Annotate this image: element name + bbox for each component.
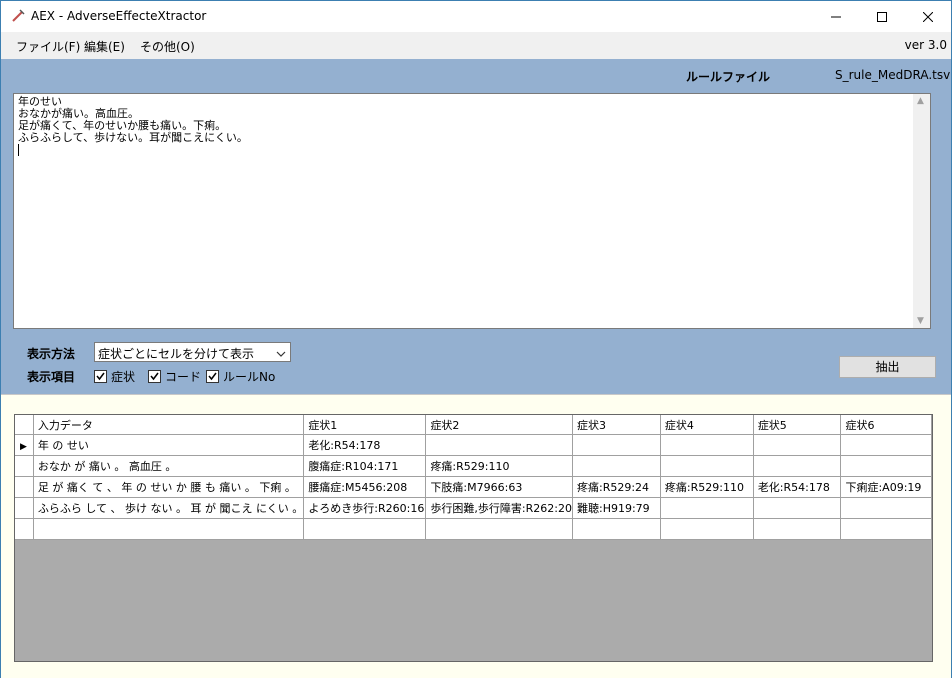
- table-row: ふらふら して 、 歩け ない 。 耳 が 聞こえ にくい 。 よろめき歩行:R…: [15, 497, 932, 519]
- text-scrollbar[interactable]: ▲ ▼: [913, 94, 930, 328]
- table-cell[interactable]: 腹痛症:R104:171: [303, 455, 427, 477]
- results-area: 入力データ 症状1 症状2 症状3 症状4 症状5 症状6 ▶ 年 の せい 老…: [1, 394, 951, 678]
- results-grid[interactable]: 入力データ 症状1 症状2 症状3 症状4 症状5 症状6 ▶ 年 の せい 老…: [14, 414, 933, 662]
- table-cell[interactable]: [660, 497, 754, 519]
- table-cell[interactable]: 疼痛:R529:24: [572, 476, 661, 498]
- maximize-button[interactable]: [859, 1, 905, 32]
- scroll-down-icon[interactable]: ▼: [917, 316, 924, 326]
- table-cell[interactable]: [753, 434, 842, 456]
- menu-file[interactable]: ファイル(F): [16, 38, 80, 55]
- column-header-symptom5[interactable]: 症状5: [753, 415, 842, 435]
- display-method-value: 症状ごとにセルを分けて表示: [98, 347, 255, 361]
- check-icon: [94, 370, 107, 383]
- column-header-symptom2[interactable]: 症状2: [425, 415, 573, 435]
- table-cell[interactable]: [660, 455, 754, 477]
- checkbox-code-label: コード: [165, 370, 202, 384]
- checkbox-rule-no[interactable]: ルールNo: [206, 368, 275, 385]
- minimize-button[interactable]: [813, 1, 859, 32]
- row-header[interactable]: [15, 455, 34, 477]
- table-cell[interactable]: [660, 434, 754, 456]
- table-cell[interactable]: 歩行困難,歩行障害:R262:20: [425, 497, 573, 519]
- close-button[interactable]: [905, 1, 951, 32]
- header-row: 入力データ 症状1 症状2 症状3 症状4 症状5 症状6: [15, 415, 932, 435]
- table-cell[interactable]: よろめき歩行:R260:16: [303, 497, 427, 519]
- table-cell[interactable]: [753, 497, 842, 519]
- column-header-symptom3[interactable]: 症状3: [572, 415, 661, 435]
- table-cell[interactable]: [840, 434, 932, 456]
- table-cell[interactable]: [303, 518, 427, 540]
- corner-cell: [15, 415, 34, 435]
- display-method-label: 表示方法: [27, 347, 76, 361]
- input-text: 年のせい おなかが痛い。高血圧。 足が痛くて、年のせいか腰も痛い。下痢。 ふらふ…: [18, 95, 248, 144]
- table-cell[interactable]: [572, 455, 661, 477]
- menu-other[interactable]: その他(O): [140, 38, 195, 55]
- menu-edit[interactable]: 編集(E): [84, 38, 125, 55]
- version-label: ver 3.0: [904, 38, 947, 52]
- row-header[interactable]: [15, 476, 34, 498]
- checkbox-symptom[interactable]: 症状: [94, 368, 135, 385]
- row-header[interactable]: [15, 518, 34, 540]
- table-cell[interactable]: 腰痛症:M5456:208: [303, 476, 427, 498]
- table-cell[interactable]: [840, 518, 932, 540]
- table-cell[interactable]: [425, 518, 573, 540]
- table-cell[interactable]: 疼痛:R529:110: [660, 476, 754, 498]
- input-text-area[interactable]: 年のせい おなかが痛い。高血圧。 足が痛くて、年のせいか腰も痛い。下痢。 ふらふ…: [13, 93, 931, 329]
- column-header-input[interactable]: 入力データ: [33, 415, 305, 435]
- table-cell[interactable]: [572, 434, 661, 456]
- checkbox-rule-no-label: ルールNo: [223, 370, 276, 384]
- table-cell[interactable]: [660, 518, 754, 540]
- extract-button[interactable]: 抽出: [839, 356, 936, 378]
- table-cell[interactable]: [572, 518, 661, 540]
- table-row: おなか が 痛い 。 高血圧 。 腹痛症:R104:171 疼痛:R529:11…: [15, 455, 932, 477]
- check-icon: [206, 370, 219, 383]
- table-cell[interactable]: 下肢痛:M7966:63: [425, 476, 573, 498]
- table-cell[interactable]: 難聴:H919:79: [572, 497, 661, 519]
- table-cell[interactable]: おなか が 痛い 。 高血圧 。: [33, 455, 305, 477]
- row-header[interactable]: [15, 497, 34, 519]
- table-cell[interactable]: [33, 518, 305, 540]
- column-header-symptom6[interactable]: 症状6: [840, 415, 932, 435]
- display-items-label: 表示項目: [27, 370, 76, 384]
- column-header-symptom4[interactable]: 症状4: [660, 415, 754, 435]
- row-header[interactable]: ▶: [15, 434, 34, 456]
- table-cell[interactable]: [425, 434, 573, 456]
- control-panel: ルールファイル S_rule_MedDRA.tsv 年のせい おなかが痛い。高血…: [1, 59, 951, 394]
- minimize-icon: [831, 16, 841, 17]
- app-window: AEX - AdverseEffecteXtractor ファイル(F) 編集(…: [0, 0, 952, 678]
- column-header-symptom1[interactable]: 症状1: [303, 415, 427, 435]
- table-cell[interactable]: [753, 455, 842, 477]
- chevron-down-icon: [276, 347, 286, 361]
- table-cell[interactable]: 年 の せい: [33, 434, 305, 456]
- window-title: AEX - AdverseEffecteXtractor: [31, 9, 207, 23]
- table-cell[interactable]: [840, 497, 932, 519]
- check-icon: [148, 370, 161, 383]
- table-row: 足 が 痛く て 、 年 の せい か 腰 も 痛い 。 下痢 。 腰痛症:M5…: [15, 476, 932, 498]
- rule-file-label: ルールファイル: [686, 70, 771, 84]
- table-cell[interactable]: [753, 518, 842, 540]
- table-cell[interactable]: 老化:R54:178: [303, 434, 427, 456]
- table-cell[interactable]: 疼痛:R529:110: [425, 455, 573, 477]
- title-bar: AEX - AdverseEffecteXtractor: [1, 1, 951, 32]
- menu-bar: ファイル(F) 編集(E) その他(O) ver 3.0: [1, 32, 951, 59]
- current-row-arrow-icon: ▶: [20, 441, 27, 452]
- display-method-select[interactable]: 症状ごとにセルを分けて表示: [94, 342, 291, 362]
- close-icon: [923, 11, 933, 22]
- results-table: 入力データ 症状1 症状2 症状3 症状4 症状5 症状6 ▶ 年 の せい 老…: [15, 415, 932, 540]
- table-cell[interactable]: [840, 455, 932, 477]
- new-row: [15, 518, 932, 540]
- text-caret: [18, 144, 19, 156]
- checkbox-symptom-label: 症状: [111, 370, 136, 384]
- maximize-icon: [877, 11, 887, 22]
- table-cell[interactable]: 下痢症:A09:19: [840, 476, 932, 498]
- table-cell[interactable]: 足 が 痛く て 、 年 の せい か 腰 も 痛い 。 下痢 。: [33, 476, 305, 498]
- checkbox-code[interactable]: コード: [148, 368, 201, 385]
- rule-file-name: S_rule_MedDRA.tsv: [835, 68, 951, 82]
- table-cell[interactable]: 老化:R54:178: [753, 476, 842, 498]
- app-icon: [11, 9, 25, 23]
- scroll-up-icon[interactable]: ▲: [917, 96, 924, 106]
- table-cell[interactable]: ふらふら して 、 歩け ない 。 耳 が 聞こえ にくい 。: [33, 497, 305, 519]
- table-row: ▶ 年 の せい 老化:R54:178: [15, 434, 932, 456]
